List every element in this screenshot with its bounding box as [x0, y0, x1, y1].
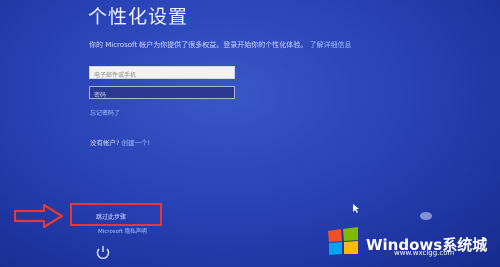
skip-step-button[interactable]: 跳过此步骤: [96, 212, 126, 221]
intro-text: 你的 Microsoft 帐户为你提供了很多权益。登录开始你的个性化体验。 了解…: [89, 40, 352, 50]
signup-line: 没有帐户? 创建一个!: [90, 137, 150, 147]
watermark-url: www.wxclgg.com: [394, 249, 455, 257]
mouse-cursor-icon: [353, 198, 359, 217]
intro-description: 你的 Microsoft 帐户为你提供了很多权益。登录开始你的个性化体验。: [89, 41, 308, 49]
forgot-password-link[interactable]: 忘记密码了: [90, 108, 120, 117]
create-account-link[interactable]: 创建一个!: [122, 139, 151, 147]
arrow-right-icon: [13, 203, 64, 233]
password-field[interactable]: 密码: [89, 86, 235, 99]
ease-of-access-icon[interactable]: [95, 244, 111, 264]
email-field[interactable]: 电子邮件或手机: [89, 66, 235, 79]
no-account-label: 没有帐户?: [90, 139, 120, 147]
windows-logo-icon: [326, 227, 360, 261]
learn-more-link[interactable]: 了解详细信息: [310, 41, 352, 49]
glare-spot: [420, 212, 432, 220]
page-title: 个性化设置: [88, 6, 189, 28]
privacy-statement-link[interactable]: Microsoft 隐私声明: [98, 227, 147, 235]
